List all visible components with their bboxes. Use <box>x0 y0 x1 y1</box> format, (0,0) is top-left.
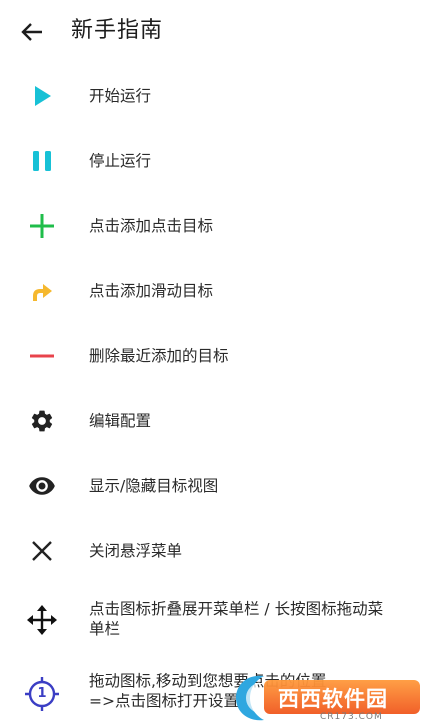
close-icon <box>22 531 62 571</box>
guide-item-label: 关闭悬浮菜单 <box>89 542 183 560</box>
guide-item-close-menu[interactable]: 关闭悬浮菜单 <box>0 519 425 584</box>
app-bar: 新手指南 <box>0 0 425 64</box>
guide-item-label-line2: =>点击图标打开设置 <box>89 692 239 710</box>
guide-item-label: 显示/隐藏目标视图 <box>89 477 219 495</box>
guide-item-label: 删除最近添加的目标 <box>89 347 229 365</box>
guide-item-label: 编辑配置 <box>89 412 152 430</box>
guide-item-label-line1: 点击图标折叠展开菜单栏 / 长按图标拖动菜 <box>89 600 384 618</box>
arrow-back-icon <box>21 23 42 41</box>
guide-item-remove-last[interactable]: 删除最近添加的目标 <box>0 324 425 389</box>
guide-item-label: 停止运行 <box>89 152 152 170</box>
guide-item-add-swipe[interactable]: 点击添加滑动目标 <box>0 259 425 324</box>
guide-item-start[interactable]: 开始运行 <box>0 64 425 129</box>
target-number: 1 <box>37 686 47 701</box>
minus-icon <box>22 336 62 376</box>
pause-icon <box>22 141 62 181</box>
move-arrows-icon <box>22 600 62 640</box>
guide-item-label: 开始运行 <box>89 87 152 105</box>
guide-item-label: 点击添加点击目标 <box>89 217 214 235</box>
guide-item-add-click[interactable]: 点击添加点击目标 <box>0 194 425 259</box>
target-crosshair-icon: 1 <box>22 674 62 714</box>
gear-icon <box>22 401 62 441</box>
eye-icon <box>22 466 62 506</box>
guide-item-label-line1: 拖动图标,移动到您想要点击的位置 <box>89 672 327 690</box>
plus-icon <box>22 206 62 246</box>
swipe-arrow-icon <box>22 271 62 311</box>
back-button[interactable] <box>16 16 48 48</box>
page-title: 新手指南 <box>71 18 164 43</box>
guide-item-collapse-move[interactable]: 点击图标折叠展开菜单栏 / 长按图标拖动菜 单栏 <box>0 584 425 656</box>
guide-item-toggle-targets[interactable]: 显示/隐藏目标视图 <box>0 454 425 519</box>
guide-item-stop[interactable]: 停止运行 <box>0 129 425 194</box>
guide-item-drag-target[interactable]: 1 拖动图标,移动到您想要点击的位置 =>点击图标打开设置 <box>0 661 425 725</box>
guide-item-label: 点击添加滑动目标 <box>89 282 214 300</box>
guide-item-edit-config[interactable]: 编辑配置 <box>0 389 425 454</box>
play-icon <box>22 76 62 116</box>
guide-item-label-line2: 单栏 <box>89 620 121 638</box>
